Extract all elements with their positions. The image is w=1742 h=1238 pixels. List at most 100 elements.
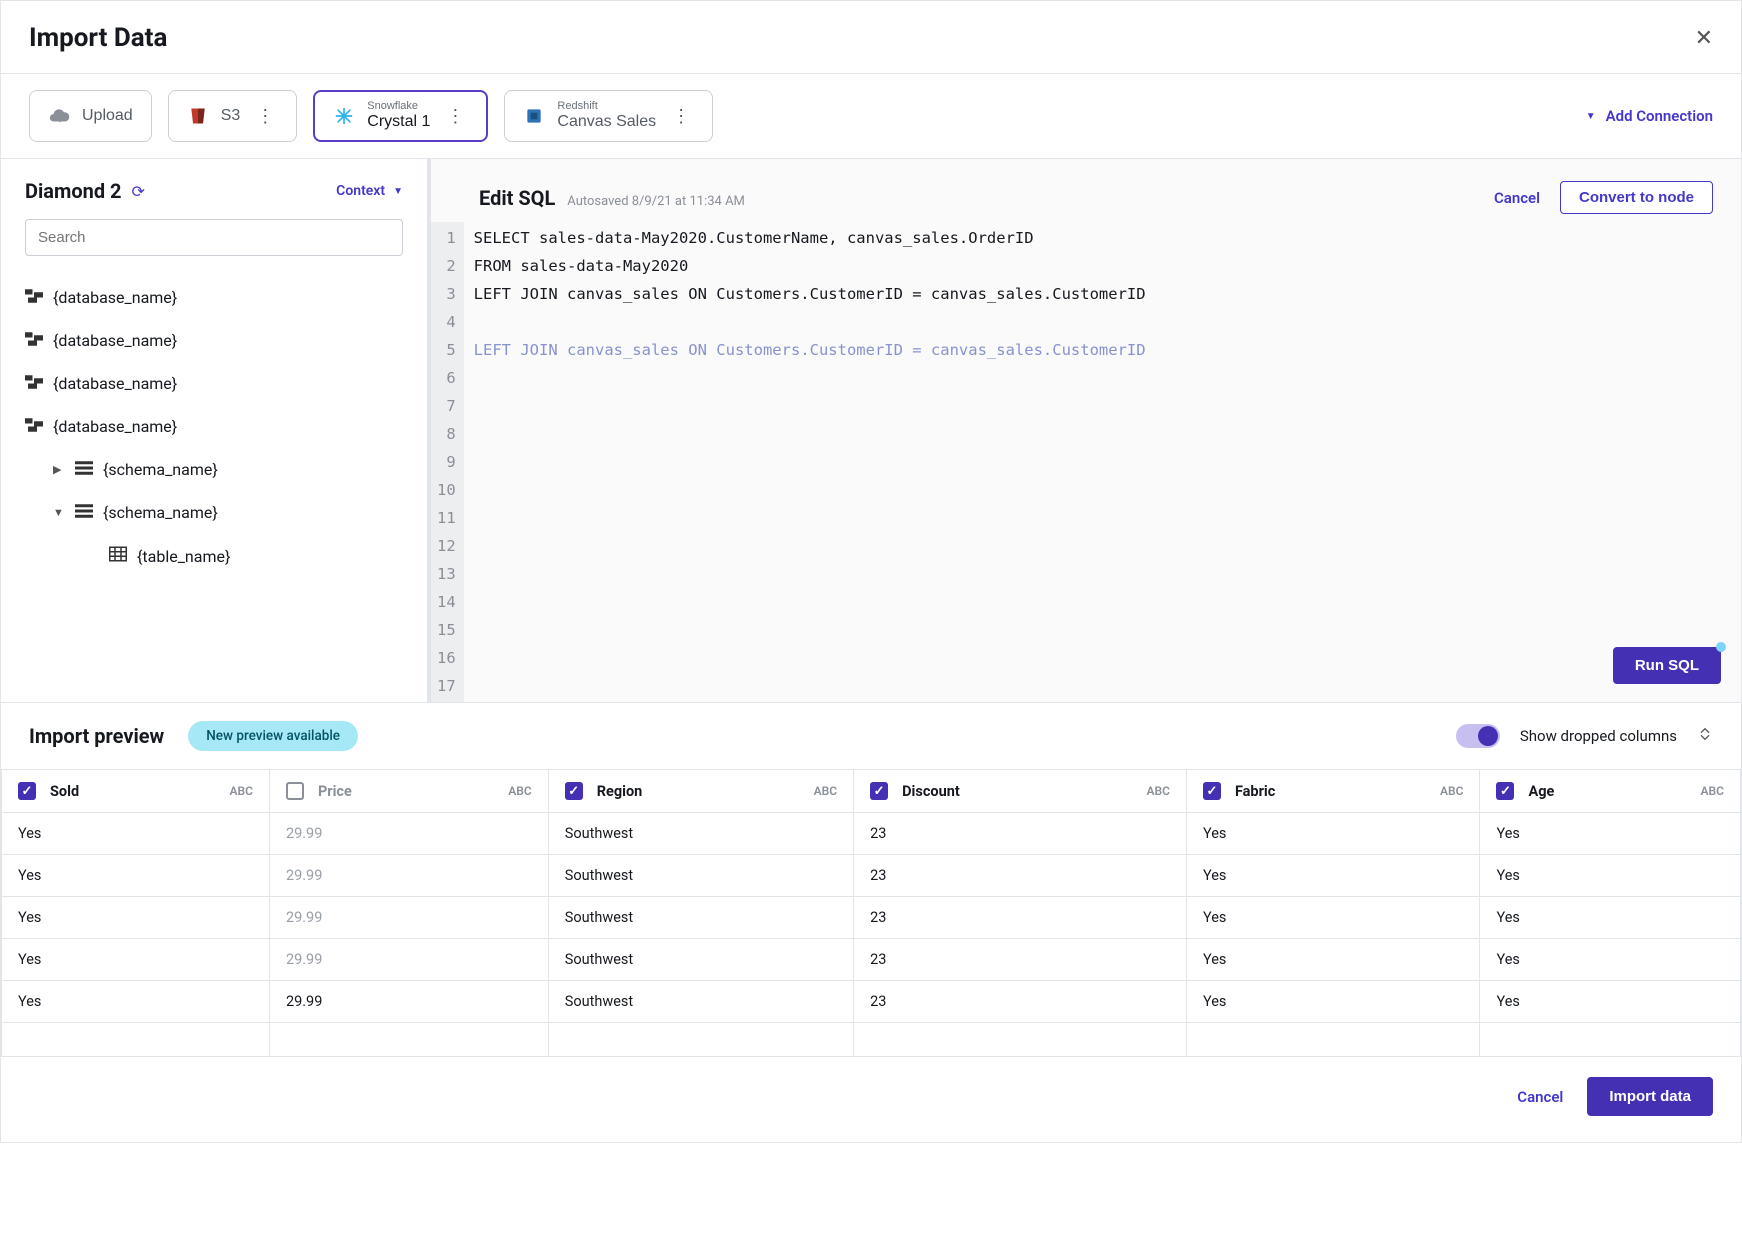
column-header[interactable]: ✓DiscountABC [854,770,1187,813]
table-cell: Southwest [548,813,853,855]
column-header[interactable]: ✓AgeABC [1480,770,1741,813]
close-button[interactable]: ✕ [1695,25,1713,51]
tree-item-schema[interactable]: ▼ {schema_name} [25,491,403,534]
close-icon: ✕ [1695,25,1713,50]
s3-source-button[interactable]: S3 ⋮ [168,90,298,142]
tree-item-label: {schema_name} [103,503,218,522]
tree-item-label: {database_name} [53,288,177,307]
code-line [474,308,1146,336]
code-line [474,392,1146,420]
table-cell: 23 [854,813,1187,855]
table-cell: 29.99 [269,813,548,855]
column-name: Discount [902,783,960,800]
table-cell: Yes [2,813,270,855]
footer-cancel-button[interactable]: Cancel [1517,1088,1563,1106]
upload-source-button[interactable]: Upload [29,90,152,142]
table-cell: 29.99 [269,855,548,897]
table-cell: 29.99 [269,939,548,981]
context-dropdown[interactable]: Context ▼ [336,183,403,199]
sql-editor[interactable]: SELECT sales-data-May2020.CustomerName, … [464,222,1156,702]
tree-item-database[interactable]: {database_name} [25,276,403,319]
editor-cancel-button[interactable]: Cancel [1494,189,1540,207]
table-cell: Yes [1480,939,1741,981]
context-label: Context [336,183,385,199]
tree-item-label: {schema_name} [103,460,218,479]
column-checkbox[interactable]: ✓ [870,782,888,800]
column-type: ABC [814,784,837,798]
tree-item-table[interactable]: {table_name} [25,534,403,578]
column-checkbox[interactable] [286,782,304,800]
cloud-upload-icon [48,105,70,127]
table-cell: Yes [1186,855,1480,897]
search-input[interactable] [25,219,403,256]
column-checkbox[interactable]: ✓ [18,782,36,800]
table-cell: 29.99 [269,897,548,939]
new-preview-pill[interactable]: New preview available [188,721,358,751]
kebab-icon[interactable]: ⋮ [252,106,278,127]
tree-item-database[interactable]: {database_name} [25,405,403,448]
table-cell: Yes [1186,981,1480,1023]
table-cell: 23 [854,897,1187,939]
tree-item-label: {table_name} [137,547,230,566]
database-icon [25,288,43,307]
table-cell: Southwest [548,939,853,981]
table-cell: Southwest [548,981,853,1023]
database-icon [25,374,43,393]
table-row: Yes29.99Southwest23YesYes [2,813,1741,855]
table-cell: Yes [1186,897,1480,939]
add-connection-label: Add Connection [1606,107,1713,125]
tree-item-database[interactable]: {database_name} [25,319,403,362]
refresh-icon[interactable]: ⟳ [132,182,145,201]
tree-item-database[interactable]: {database_name} [25,362,403,405]
run-sql-button[interactable]: Run SQL [1613,647,1721,684]
table-cell: Yes [2,939,270,981]
caret-down-icon: ▼ [393,186,403,197]
column-name: Price [318,783,352,800]
column-header[interactable]: ✓SoldABC [2,770,270,813]
database-icon [25,331,43,350]
column-checkbox[interactable]: ✓ [1203,782,1221,800]
code-line [474,448,1146,476]
add-connection-button[interactable]: ▼ Add Connection [1586,107,1713,125]
table-cell: Yes [1186,939,1480,981]
column-header[interactable]: PriceABC [269,770,548,813]
column-checkbox[interactable]: ✓ [1496,782,1514,800]
redshift-source-button[interactable]: Redshift Canvas Sales ⋮ [504,90,713,142]
table-cell: Yes [1480,981,1741,1023]
collapse-icon[interactable] [1697,726,1713,746]
snowflake-source-button[interactable]: Snowflake Crystal 1 ⋮ [313,90,488,142]
preview-table: ✓SoldABCPriceABC✓RegionABC✓DiscountABC✓F… [1,769,1741,1057]
table-cell: 23 [854,855,1187,897]
code-line [474,560,1146,588]
caret-down-icon: ▼ [53,506,65,519]
kebab-icon[interactable]: ⋮ [668,106,694,127]
snowflake-small-label: Snowflake [367,100,418,113]
upload-label: Upload [82,107,133,125]
snowflake-icon [333,105,355,127]
kebab-icon[interactable]: ⋮ [442,106,468,127]
code-line [474,672,1146,700]
schema-icon [75,503,93,522]
code-line: SELECT sales-data-May2020.CustomerName, … [474,224,1146,252]
column-name: Sold [50,783,79,800]
column-header[interactable]: ✓ Fabric ABC [1186,770,1480,813]
tree-item-label: {database_name} [53,417,177,436]
caret-down-icon: ▼ [1586,111,1596,122]
table-cell: Yes [2,897,270,939]
s3-icon [187,105,209,127]
show-dropped-toggle[interactable] [1456,724,1500,748]
table-cell: 29.99 [269,981,548,1023]
tree-item-schema[interactable]: ▶ {schema_name} [25,448,403,491]
schema-icon [75,460,93,479]
convert-to-node-button[interactable]: Convert to node [1560,181,1713,214]
column-type: ABC [1440,784,1463,798]
column-checkbox[interactable]: ✓ [565,782,583,800]
tree-item-label: {database_name} [53,331,177,350]
column-header[interactable]: ✓RegionABC [548,770,853,813]
code-line [474,616,1146,644]
s3-label: S3 [221,107,241,125]
column-name: Fabric [1235,783,1275,800]
column-type: ABC [1701,784,1724,798]
toggle-knob [1478,726,1498,746]
import-data-button[interactable]: Import data [1587,1077,1713,1116]
